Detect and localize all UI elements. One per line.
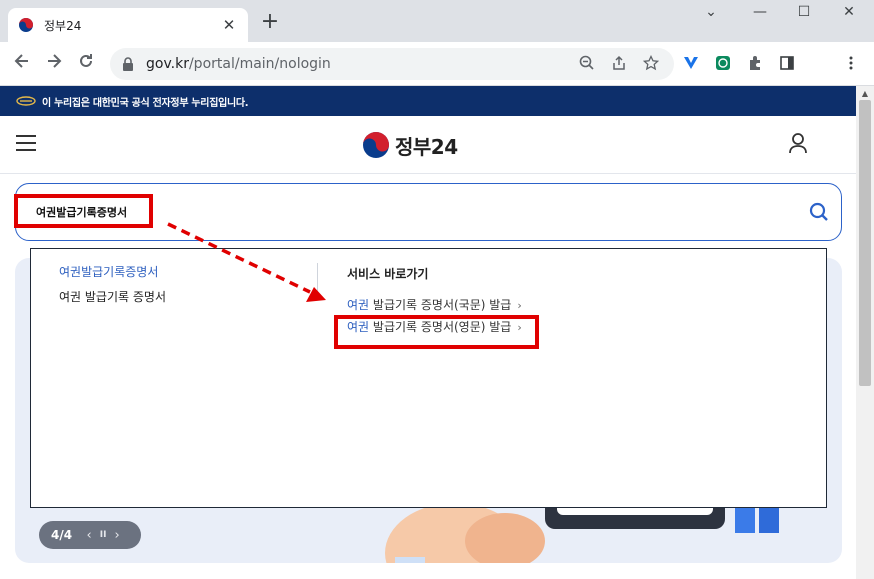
chevron-right-icon: › xyxy=(517,299,522,312)
bookmark-star-icon[interactable] xyxy=(642,54,660,73)
forward-arrow-icon[interactable] xyxy=(42,52,66,76)
site-logo[interactable]: 정부24 xyxy=(362,130,458,160)
gov-banner-text: 이 누리집은 대한민국 공식 전자정부 누리집입니다. xyxy=(42,97,249,109)
search-icon[interactable] xyxy=(809,202,829,222)
tab-title: 정부24 xyxy=(44,18,82,33)
gov-official-banner: 이 누리집은 대한민국 공식 전자정부 누리집입니다. xyxy=(0,86,856,116)
slide-next-button[interactable]: › xyxy=(110,528,124,543)
new-tab-button[interactable]: + xyxy=(258,11,282,35)
url-host: gov.kr xyxy=(146,56,189,72)
extensions-puzzle-icon[interactable] xyxy=(746,55,764,73)
service-link-label: 발급기록 증명서(국문) 발급 xyxy=(369,298,512,312)
lock-icon xyxy=(123,57,133,71)
back-arrow-icon[interactable] xyxy=(10,52,34,76)
page-scrollbar[interactable]: ▲ xyxy=(856,86,874,579)
hamburger-menu-icon[interactable] xyxy=(16,135,36,151)
gov-emblem-icon xyxy=(19,18,33,32)
browser-menu-icon[interactable] xyxy=(842,55,860,73)
zoom-icon[interactable] xyxy=(578,55,596,73)
suggestion-list: 여권발급기록증명서 여권 발급기록 증명서 xyxy=(59,263,166,305)
slide-counter: 4/4 xyxy=(51,528,73,542)
extension-v-icon[interactable] xyxy=(682,55,700,73)
dropdown-divider xyxy=(317,263,318,293)
side-panel-icon[interactable] xyxy=(778,55,796,73)
service-link-korean[interactable]: 여권 발급기록 증명서(국문) 발급 › xyxy=(347,294,522,316)
suggestion-item[interactable]: 여권 발급기록 증명서 xyxy=(59,288,166,305)
browser-tab-bar: 정부24 ✕ + ⌄ — ☐ ✕ xyxy=(0,0,874,42)
service-shortcuts-heading: 서비스 바로가기 xyxy=(347,267,429,281)
search-autocomplete-dropdown: 여권발급기록증명서 여권 발급기록 증명서 서비스 바로가기 여권 발급기록 증… xyxy=(30,248,827,508)
extension-globe-icon[interactable] xyxy=(714,55,732,73)
slide-controls: 4/4 ‹ II › xyxy=(39,521,141,549)
site-header: 정부24 xyxy=(0,116,856,174)
service-link-highlight: 여권 xyxy=(347,298,370,312)
gov-mark-icon xyxy=(16,96,36,106)
maximize-button[interactable]: ☐ xyxy=(789,4,819,26)
share-icon[interactable] xyxy=(610,55,628,73)
logo-text: 정부24 xyxy=(395,134,458,159)
annotation-box-service xyxy=(334,315,539,349)
browser-toolbar: gov.kr/portal/main/nologin xyxy=(0,42,874,86)
reload-icon[interactable] xyxy=(74,52,98,76)
tab-close-icon[interactable]: ✕ xyxy=(220,16,238,34)
slide-prev-button[interactable]: ‹ xyxy=(82,528,96,543)
taegeuk-emblem-icon xyxy=(363,132,389,158)
slide-pause-button[interactable]: II xyxy=(96,530,110,540)
scrollbar-thumb[interactable] xyxy=(859,100,871,386)
suggestion-item[interactable]: 여권발급기록증명서 xyxy=(59,263,166,280)
tab-search-icon[interactable]: ⌄ xyxy=(696,4,726,26)
annotation-box-search xyxy=(14,194,153,228)
url-path: /portal/main/nologin xyxy=(188,56,331,72)
browser-tab[interactable]: 정부24 ✕ xyxy=(8,8,248,42)
address-bar[interactable]: gov.kr/portal/main/nologin xyxy=(110,48,674,80)
close-window-button[interactable]: ✕ xyxy=(834,4,864,26)
minimize-button[interactable]: — xyxy=(745,4,775,26)
user-icon[interactable] xyxy=(788,132,808,154)
